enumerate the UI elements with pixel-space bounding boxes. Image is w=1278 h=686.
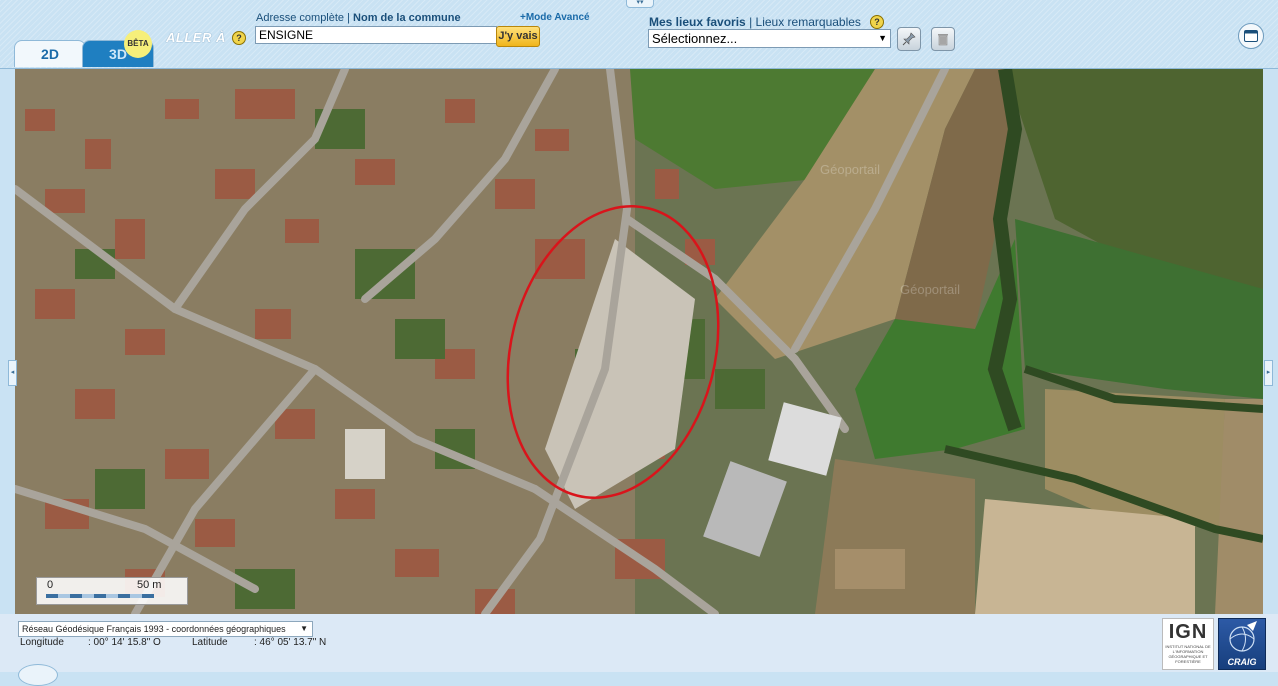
favorites-links: Mes lieux favoris | Lieux remarquables [649,15,861,29]
chevron-down-icon: ▼ [878,33,887,43]
aerial-imagery: Géoportail Géoportail [15,69,1263,614]
craig-globe-icon [1229,621,1257,652]
my-places-link[interactable]: Mes lieux favoris [649,15,746,29]
advanced-mode-link[interactable]: +Mode Avancé [520,12,590,23]
goto-label: ALLER À [166,30,226,45]
scale-bar: 0 50 m [36,577,188,605]
crs-select[interactable]: Réseau Géodésique Français 1993 - coordo… [18,621,313,637]
left-panel-handle[interactable]: ◂ [8,360,17,386]
ign-logo-text: IGN [1168,621,1208,643]
favorites-select[interactable]: Sélectionnez... ▼ [648,29,891,48]
window-button[interactable] [1238,23,1264,49]
bottom-panel-button[interactable] [18,664,58,686]
aerial-map[interactable]: Géoportail Géoportail [15,69,1263,614]
right-panel-handle[interactable]: ▸ [1264,360,1273,386]
craig-logo-text: CRAIG [1227,657,1257,667]
pin-button[interactable] [897,27,921,51]
collapse-toolbar-handle[interactable]: ▾▾ [626,0,654,8]
link-separator: | [749,15,753,29]
latitude-label: Latitude [192,637,228,648]
remarkable-places-link[interactable]: Lieux remarquables [756,15,861,29]
full-address-link[interactable]: Adresse complète [256,12,344,24]
map-watermark: Géoportail [820,162,880,177]
ign-logo-subtitle: INSTITUT NATIONAL DE L'INFORMATION GÉOGR… [1165,644,1211,664]
pushpin-icon [902,32,916,46]
beta-badge: BÊTA [124,30,152,58]
help-icon[interactable]: ? [870,15,884,29]
delete-button[interactable] [931,27,955,51]
scale-bar-graphic [46,594,154,598]
scale-max-label: 50 m [137,579,162,591]
latitude-value: : 46° 05' 13.7" N [254,637,327,648]
map-watermark: Géoportail [900,282,960,297]
longitude-label: Longitude [20,637,64,648]
trash-icon [938,34,948,46]
longitude-value: : 00° 14' 15.8" O [88,637,161,648]
search-input[interactable] [255,26,497,44]
go-button[interactable]: J'y vais [496,26,540,47]
craig-logo[interactable]: CRAIG [1218,618,1266,670]
favorites-select-value: Sélectionnez... [652,31,738,46]
help-icon[interactable]: ? [232,31,246,45]
link-separator: | [347,12,350,24]
search-mode-links: Adresse complète | Nom de la commune [256,12,461,24]
tab-2d[interactable]: 2D [14,40,86,67]
crs-select-value: Réseau Géodésique Français 1993 - coordo… [22,624,286,634]
chevron-down-icon: ▼ [300,624,308,633]
scale-min-label: 0 [47,579,54,591]
toolbar: ▾▾ 2D 3D BÊTA ALLER À ? Adresse complète… [0,0,1278,69]
window-icon [1244,30,1258,42]
ign-logo[interactable]: IGN INSTITUT NATIONAL DE L'INFORMATION G… [1162,618,1214,670]
commune-name-link[interactable]: Nom de la commune [353,12,461,24]
